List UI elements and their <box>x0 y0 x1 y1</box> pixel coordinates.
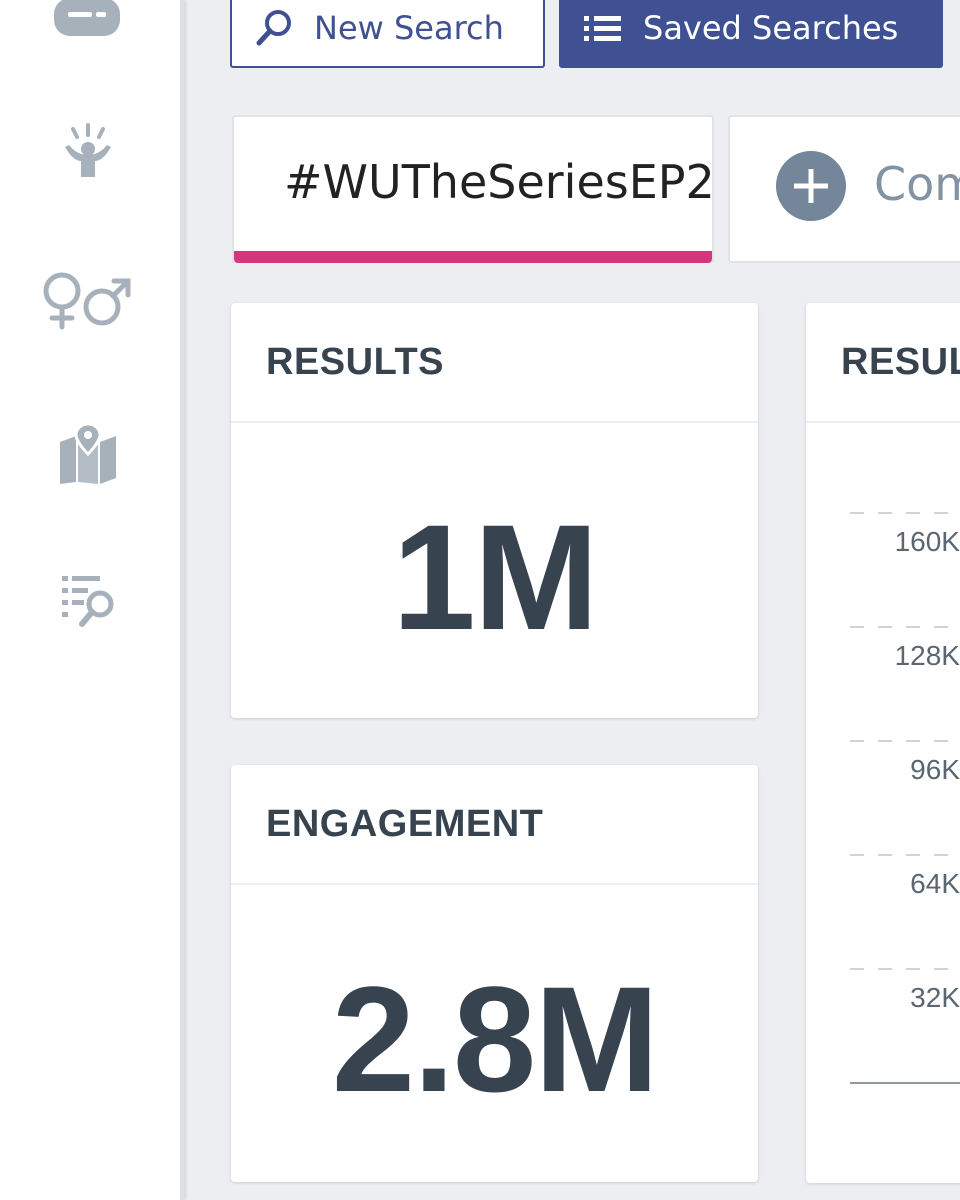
results-value: 1M <box>392 493 598 661</box>
card-title: RESULTS <box>266 341 445 383</box>
tab-active-search[interactable]: #WUTheSeriesEP2 <box>232 115 715 263</box>
list-search-icon <box>62 576 114 627</box>
compare-tab-label: Com <box>874 157 960 211</box>
sidebar <box>0 0 184 1200</box>
card-title: ENGAGEMENT <box>266 803 544 845</box>
active-tab-indicator <box>234 251 712 263</box>
search-icon <box>254 8 294 48</box>
sidebar-item-list-search[interactable] <box>50 560 126 636</box>
results-chart: 160K 128K 96K 64K 32K <box>850 512 960 1084</box>
plus-icon <box>776 151 846 221</box>
sidebar-item-bubble[interactable] <box>50 0 126 52</box>
y-tick-label: 96K <box>910 754 960 785</box>
gender-icon <box>43 272 131 330</box>
engagement-value: 2.8M <box>331 955 659 1123</box>
sentiment-person-icon <box>65 123 111 177</box>
y-tick-label: 160K <box>895 526 960 557</box>
sidebar-item-map[interactable] <box>50 416 126 492</box>
saved-searches-label: Saved Searches <box>643 9 899 47</box>
engagement-card: ENGAGEMENT 2.8M <box>231 765 758 1182</box>
y-tick-label: 128K <box>895 640 960 671</box>
tab-compare[interactable]: Com <box>728 115 960 263</box>
map-pin-icon <box>60 422 116 484</box>
card-divider <box>231 421 758 423</box>
card-divider <box>231 883 758 885</box>
sidebar-item-gender[interactable] <box>40 262 136 338</box>
y-tick-label: 32K <box>910 982 960 1013</box>
results-chart-card: RESUL 160K 128K 96K 64K 32K <box>806 303 960 1183</box>
y-tick-label: 64K <box>910 868 960 899</box>
sidebar-item-sentiment[interactable] <box>50 116 126 192</box>
new-search-button[interactable]: New Search <box>230 0 545 68</box>
list-icon <box>583 11 623 45</box>
saved-searches-button[interactable]: Saved Searches <box>559 0 943 68</box>
bubble-icon <box>54 0 120 36</box>
results-card: RESULTS 1M <box>231 303 758 718</box>
new-search-label: New Search <box>314 9 504 47</box>
tab-label: #WUTheSeriesEP2 <box>284 155 715 209</box>
